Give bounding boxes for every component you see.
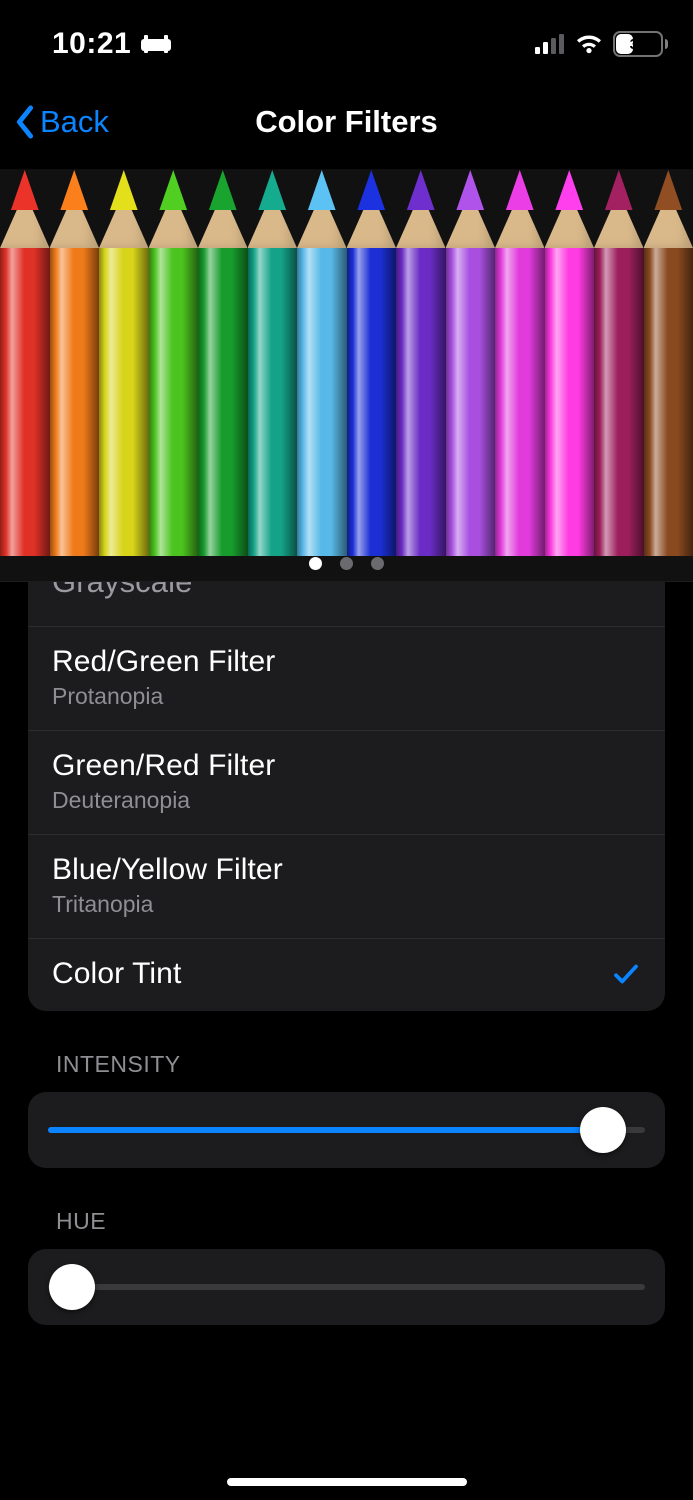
filter-option-subtitle: Protanopia	[52, 683, 275, 710]
back-label: Back	[40, 104, 109, 140]
filter-option[interactable]: Grayscale	[28, 582, 665, 627]
filter-option[interactable]: Color Tint	[28, 939, 665, 1011]
filter-option[interactable]: Green/Red Filter Deuteranopia	[28, 731, 665, 835]
pencil	[347, 170, 397, 556]
back-button[interactable]: Back	[0, 104, 109, 140]
filter-option-title: Blue/Yellow Filter	[52, 853, 283, 887]
intensity-section: INTENSITY	[28, 1051, 665, 1168]
intensity-slider[interactable]	[48, 1108, 645, 1152]
pencil	[149, 170, 199, 556]
home-indicator[interactable]	[227, 1478, 467, 1486]
pencil	[545, 170, 595, 556]
filter-options-group: Grayscale Red/Green Filter Protanopia Green…	[28, 582, 665, 1011]
pencil	[396, 170, 446, 556]
filter-option-title: Red/Green Filter	[52, 645, 275, 679]
battery-percent: 38	[613, 31, 663, 57]
battery-indicator: 38	[613, 31, 663, 57]
pencil	[50, 170, 100, 556]
hue-section: HUE	[28, 1208, 665, 1325]
wifi-icon	[575, 34, 603, 54]
filter-option-subtitle: Tritanopia	[52, 891, 283, 918]
filter-option-title: Green/Red Filter	[52, 749, 275, 783]
page-dot[interactable]	[371, 557, 384, 570]
pencil	[198, 170, 248, 556]
status-bar: 10:21	[0, 0, 693, 74]
intensity-slider-wrap	[28, 1092, 665, 1168]
chevron-left-icon	[14, 105, 36, 139]
status-time: 10:21	[52, 27, 131, 61]
pencil	[495, 170, 545, 556]
filter-option-title: Color Tint	[52, 957, 181, 991]
checkmark-icon	[611, 959, 641, 989]
pencils-row	[0, 170, 693, 556]
status-right: 38	[535, 31, 663, 57]
hue-slider[interactable]	[48, 1265, 645, 1309]
cellular-signal-icon	[535, 34, 565, 54]
page-dot[interactable]	[309, 557, 322, 570]
pencil	[644, 170, 693, 556]
intensity-header: INTENSITY	[56, 1051, 665, 1078]
focus-sleep-icon	[141, 33, 171, 55]
slider-thumb[interactable]	[49, 1264, 95, 1310]
hue-header: HUE	[56, 1208, 665, 1235]
color-filter-preview[interactable]	[0, 170, 693, 582]
status-left: 10:21	[52, 27, 171, 61]
hue-slider-wrap	[28, 1249, 665, 1325]
page-dot[interactable]	[340, 557, 353, 570]
filter-option-title: Grayscale	[52, 582, 192, 600]
pencil	[446, 170, 496, 556]
pencil	[248, 170, 298, 556]
pencil	[297, 170, 347, 556]
nav-bar: Back Color Filters	[0, 74, 693, 170]
pencil	[0, 170, 50, 556]
page-dots[interactable]	[0, 551, 693, 575]
filter-option[interactable]: Blue/Yellow Filter Tritanopia	[28, 835, 665, 939]
pencil	[594, 170, 644, 556]
slider-thumb[interactable]	[580, 1107, 626, 1153]
pencil	[99, 170, 149, 556]
filter-option-subtitle: Deuteranopia	[52, 787, 275, 814]
filter-option[interactable]: Red/Green Filter Protanopia	[28, 627, 665, 731]
